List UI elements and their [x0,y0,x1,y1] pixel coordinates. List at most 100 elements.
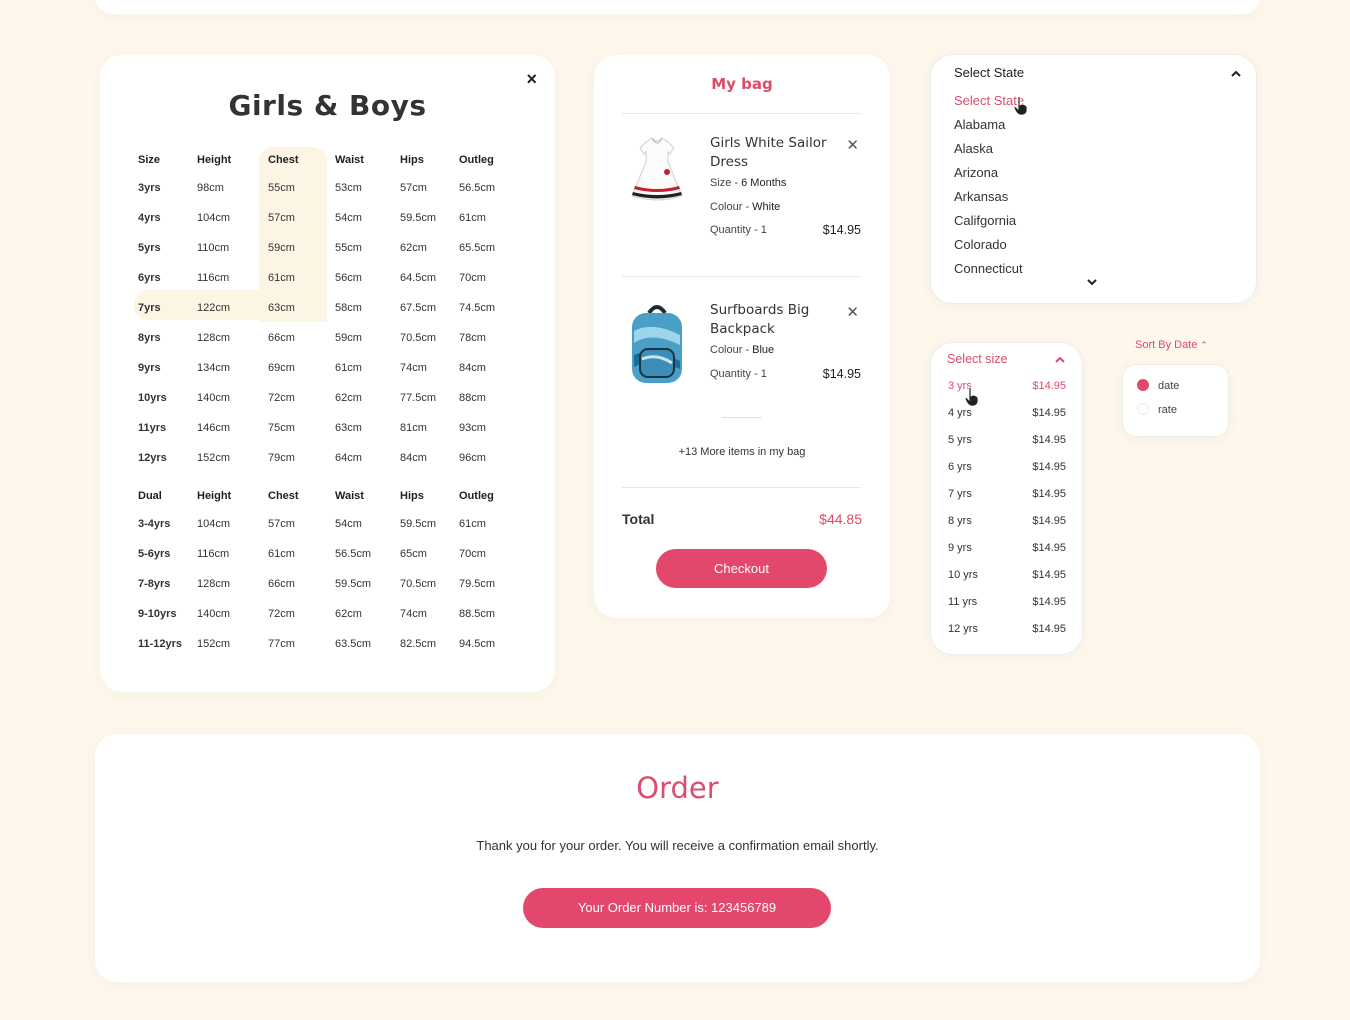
table-row: 6yrs 116cm 61cm 56cm 64.5cm 70cm [138,263,519,293]
size-option-label: 4 yrs [948,407,972,419]
size-option[interactable]: 11 yrs $14.95 [948,596,1066,623]
remove-item-icon[interactable]: ✕ [846,303,859,321]
state-selected-value[interactable]: Select State [954,65,1024,80]
table-cell: 9yrs [138,362,161,374]
table-cell: 56.5cm [335,548,372,560]
state-dropdown[interactable]: Select State Select State Alabama Alaska Ar… [930,54,1257,304]
table-cell: 56cm [335,272,362,284]
table-cell: 64cm [335,452,362,464]
table-cell: 67.5cm [400,302,437,314]
table-cell: 66cm [268,578,295,590]
size-option[interactable]: 10 yrs $14.95 [948,569,1066,596]
table-row: 5-6yrs 116cm 61cm 56.5cm 65cm 70cm [138,539,519,569]
size-option[interactable]: 8 yrs $14.95 [948,515,1066,542]
table-cell: 61cm [268,548,295,560]
table-cell: 53cm [335,182,362,194]
remove-item-icon[interactable]: ✕ [846,136,859,154]
colour-value: White [752,201,781,213]
table-cell: 72cm [268,392,295,404]
table-cell: 57cm [268,518,295,530]
size-option[interactable]: 5 yrs $14.95 [948,434,1066,461]
order-title: Order [636,771,719,805]
radio-selected[interactable] [1137,379,1149,391]
radio-unselected[interactable] [1137,403,1149,415]
table-cell: 116cm [197,548,230,560]
state-option[interactable]: Califgornia [954,209,1024,233]
divider [622,276,861,277]
size-option[interactable]: 9 yrs $14.95 [948,542,1066,569]
sort-by-date-toggle[interactable]: Sort By Date ⌃ [1135,339,1208,351]
table-cell: 62cm [335,392,362,404]
size-option-label: 9 yrs [948,542,972,554]
table-cell: 9-10yrs [138,608,177,620]
table-cell: 61cm [459,212,486,224]
colour-value: Blue [752,344,775,356]
column-header: Hips [400,490,424,502]
table-cell: 152cm [197,452,231,464]
chevron-up-icon: ⌃ [1200,340,1208,350]
table-cell: 7yrs [138,302,161,314]
table-cell: 77.5cm [400,392,437,404]
table-cell: 70cm [459,548,486,560]
state-option[interactable]: Arkansas [954,185,1024,209]
table-cell: 104cm [197,518,231,530]
size-option-price: $14.95 [1032,434,1066,446]
sort-option-date[interactable]: date [1137,379,1179,392]
table-cell: 64.5cm [400,272,437,284]
size-chart-title: Girls & Boys [228,89,427,122]
chevron-up-icon[interactable] [1230,68,1242,80]
table-row: 5yrs 110cm 59cm 55cm 62cm 65.5cm [138,233,519,263]
state-option[interactable]: Alabama [954,113,1024,137]
item-quantity: Quantity - 1 [710,368,767,380]
table-cell: 70.5cm [400,332,437,344]
chevron-up-icon[interactable] [1054,354,1066,366]
order-confirmation-card: Order Thank you for your order. You will… [95,734,1260,982]
table-cell: 94.5cm [459,638,496,650]
table-cell: 12yrs [138,452,167,464]
table-cell: 78cm [459,332,486,344]
table-cell: 63cm [268,302,295,314]
state-option[interactable]: Arizona [954,161,1024,185]
table-cell: 59.5cm [335,578,372,590]
table-cell: 84cm [400,452,427,464]
item-quantity: Quantity - 1 [710,224,767,236]
size-option[interactable]: 7 yrs $14.95 [948,488,1066,515]
state-option[interactable]: Connecticut [954,257,1024,281]
size-option-price: $14.95 [1032,623,1066,635]
sort-option-rate[interactable]: rate [1137,403,1177,416]
table-cell: 61cm [335,362,362,374]
table-cell: 65cm [400,548,427,560]
table-row: 9yrs 134cm 69cm 61cm 74cm 84cm [138,353,519,383]
table-cell: 82.5cm [400,638,437,650]
table-cell: 65.5cm [459,242,496,254]
table-cell: 140cm [197,608,231,620]
size-option[interactable]: 4 yrs $14.95 [948,407,1066,434]
size-dropdown-label[interactable]: Select size [947,352,1007,366]
dual-size-table: Dual Height Chest Waist Hips Outleg 3-4yrs 104c… [138,483,519,659]
size-option-label: 7 yrs [948,488,972,500]
size-dropdown[interactable]: Select size 3 yrs $14.95 4 yrs $14.95 5 yrs $… [930,342,1083,655]
table-cell: 59.5cm [400,518,437,530]
table-cell: 10yrs [138,392,167,404]
divider [622,487,861,488]
size-option-label: 10 yrs [948,569,978,581]
size-option-price: $14.95 [1032,596,1066,608]
state-option[interactable]: Colorado [954,233,1024,257]
table-cell: 84cm [459,362,486,374]
item-colour: Colour - White [710,201,780,213]
order-number-button[interactable]: Your Order Number is: 123456789 [523,888,831,928]
table-cell: 55cm [268,182,295,194]
checkout-button[interactable]: Checkout [656,549,827,588]
chevron-down-icon[interactable] [1086,277,1098,287]
size-option[interactable]: 6 yrs $14.95 [948,461,1066,488]
column-header: Waist [335,490,364,502]
close-icon[interactable]: × [526,69,537,89]
size-option-label: 6 yrs [948,461,972,473]
more-items-link[interactable]: +13 More items in my bag [594,446,890,458]
item-price: $14.95 [822,367,861,381]
size-option[interactable]: 12 yrs $14.95 [948,623,1066,650]
table-cell: 70.5cm [400,578,437,590]
state-option[interactable]: Alaska [954,137,1024,161]
hand-cursor-icon [1013,96,1028,116]
table-cell: 5-6yrs [138,548,171,560]
